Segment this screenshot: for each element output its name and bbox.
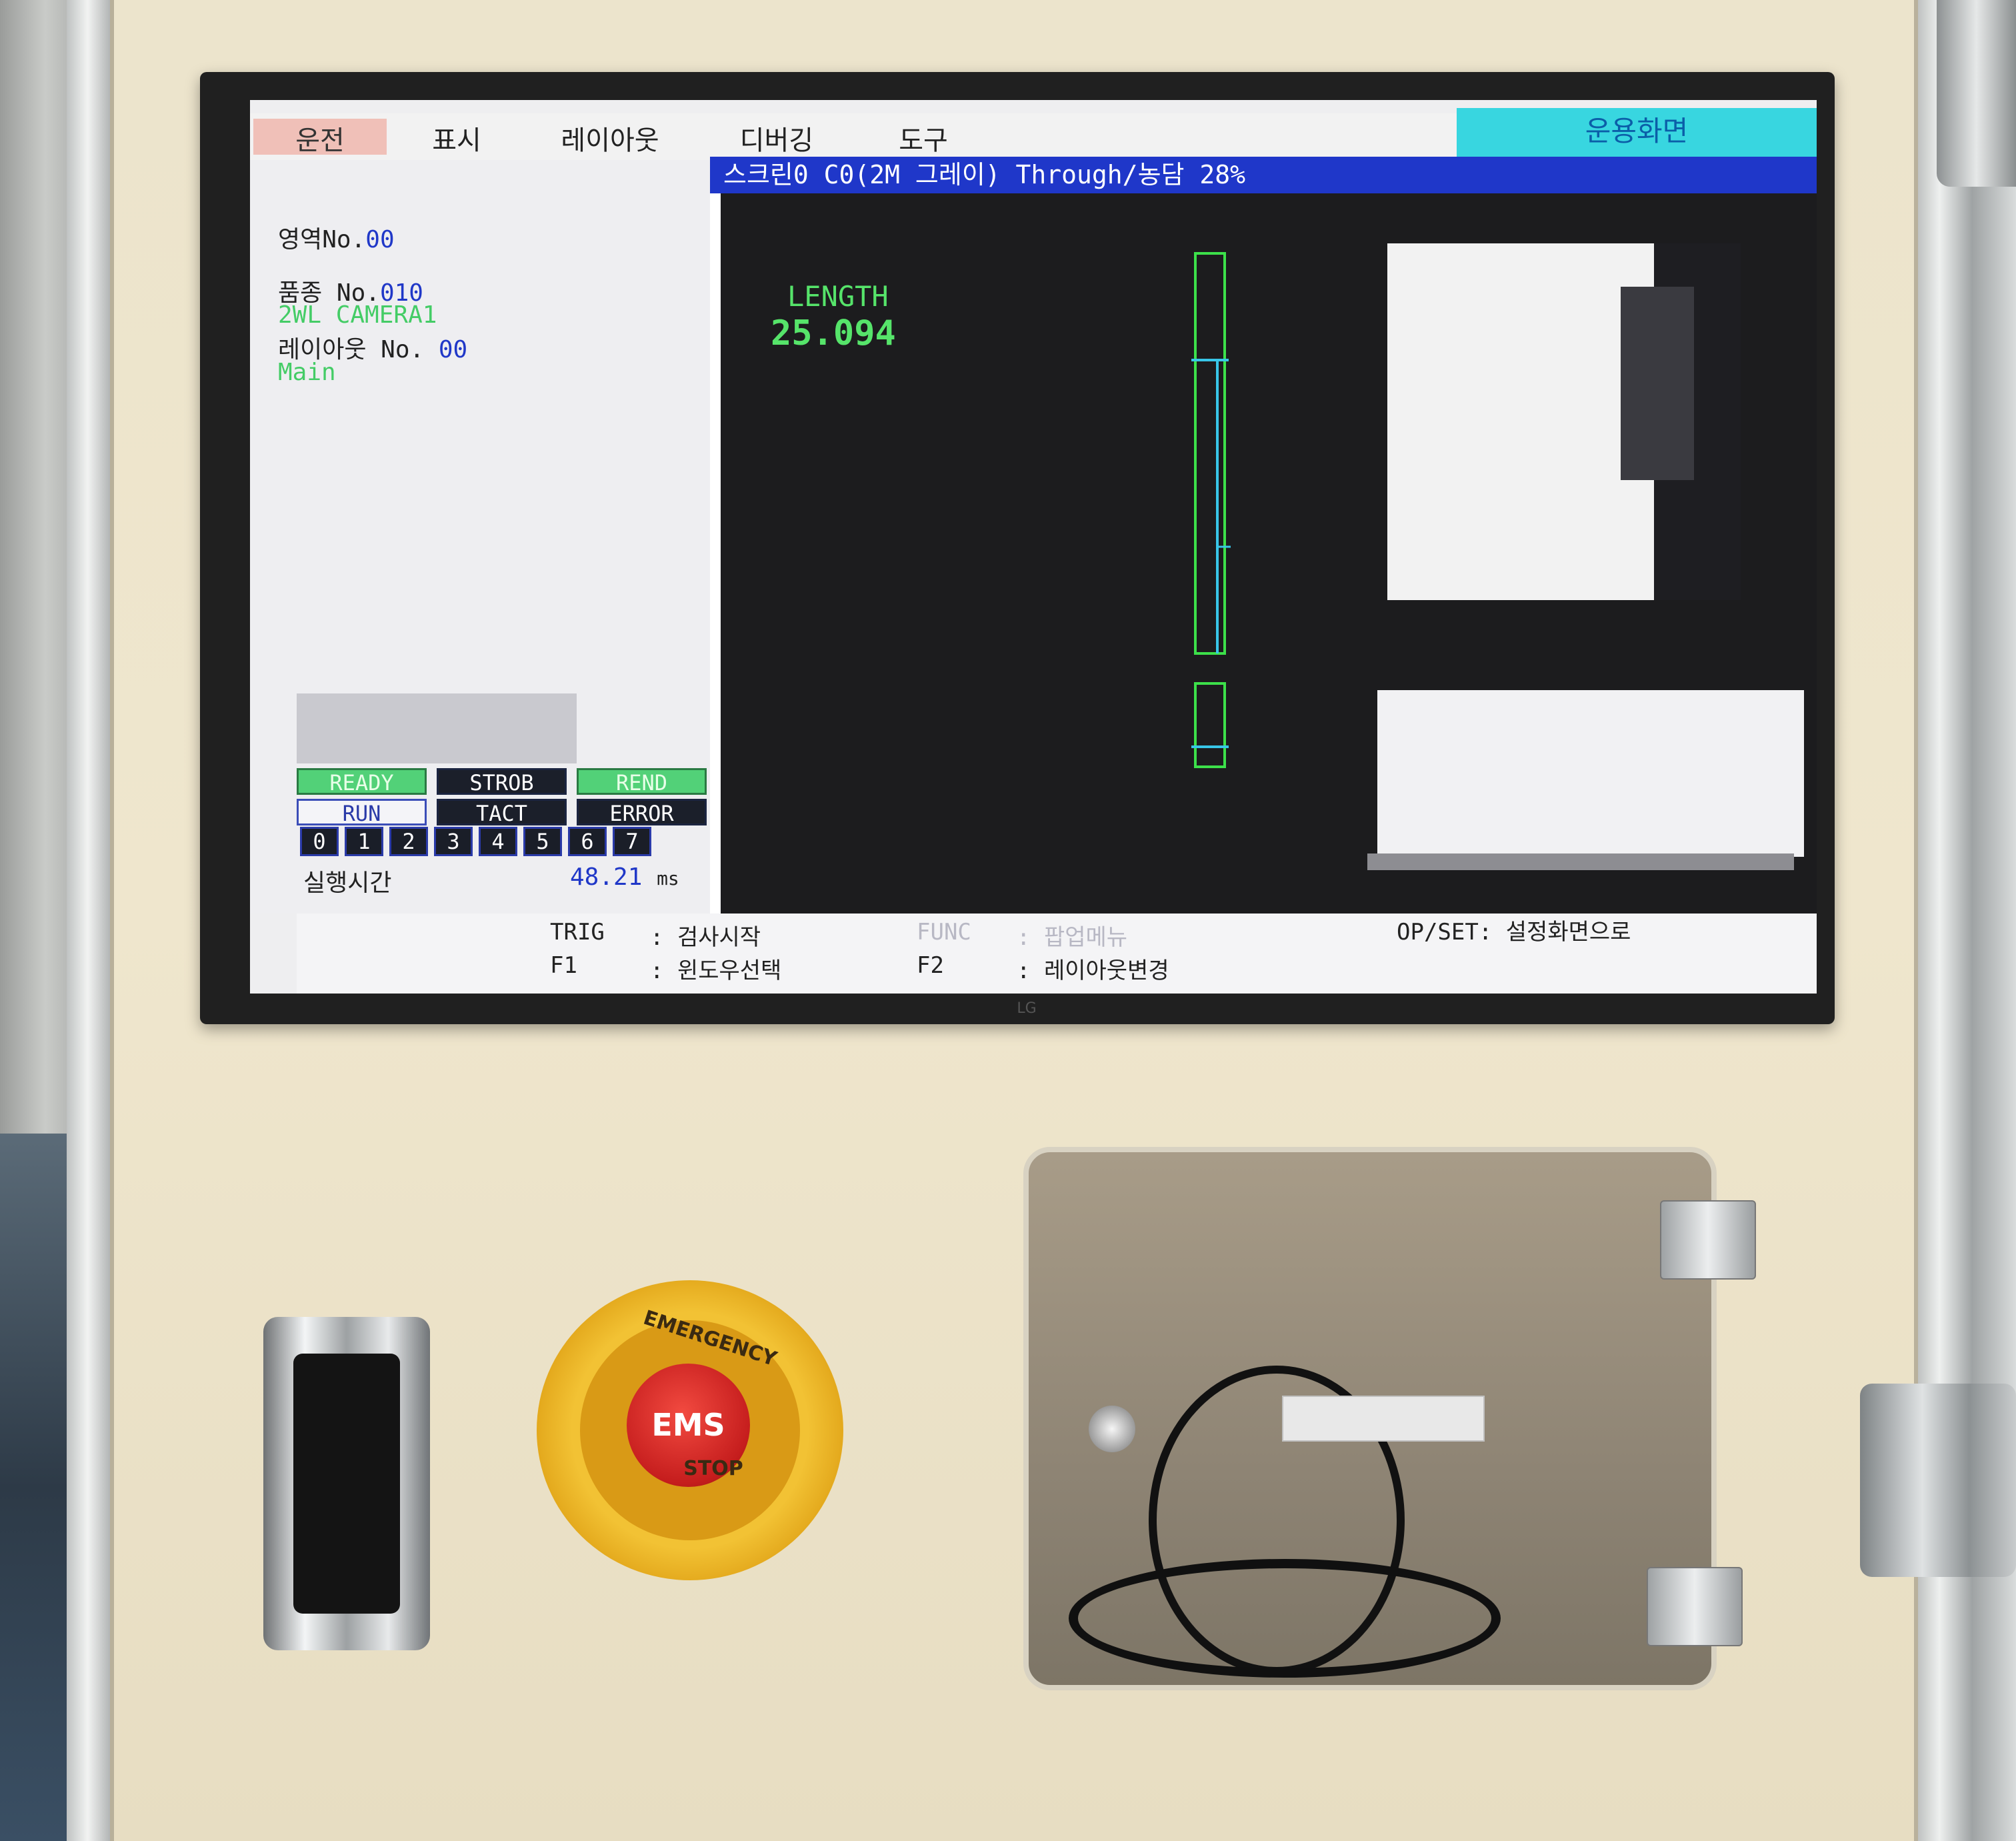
menu-item-debug[interactable]: 디버깅	[697, 119, 857, 156]
camera-gray-strip	[1367, 853, 1794, 870]
aluminum-frame-left	[67, 0, 113, 1841]
io-bit-0: 0	[300, 827, 339, 856]
exec-time-label: 실행시간	[303, 869, 392, 897]
window-hinge-bottom	[1647, 1567, 1743, 1646]
camera-bright-region-lower	[1377, 690, 1804, 857]
window-hinge-top	[1660, 1200, 1756, 1280]
io-bit-6: 6	[568, 827, 607, 856]
trig-key: TRIG	[550, 919, 605, 946]
area-number-label: 영역No.	[278, 226, 366, 253]
cabinet-hinge-top	[1937, 0, 2016, 187]
inspection-overlay	[1191, 243, 1804, 870]
menu-item-operation[interactable]: 운전	[253, 119, 387, 156]
hmi-screen: 운전 표시 레이아웃 디버깅 도구 운용화면 영역No.00 품종 No.010…	[250, 100, 1817, 994]
f2-action: : 레이아웃변경	[1017, 958, 1169, 984]
cabinet-access-window[interactable]	[1023, 1147, 1717, 1690]
cable-label-tag	[1282, 1396, 1485, 1442]
menu-item-layout[interactable]: 레이아웃	[523, 119, 697, 156]
exec-time-row: 48.21 ms	[570, 863, 679, 891]
door-handle-recess	[293, 1354, 400, 1614]
layout-name: Main	[278, 359, 336, 386]
trig-action: : 검사시작	[650, 924, 761, 951]
io-bit-2: 2	[389, 827, 428, 856]
measure-window-upper	[1194, 252, 1226, 655]
io-bit-4: 4	[479, 827, 517, 856]
camera-fixture-block	[1621, 287, 1694, 480]
menu-bar: 운전 표시 레이아웃 디버깅 도구 운용화면	[250, 108, 1817, 160]
stop-label: STOP	[683, 1457, 743, 1480]
status-run: RUN	[297, 799, 427, 826]
status-tact: TACT	[437, 799, 567, 826]
window-knob[interactable]	[1089, 1406, 1135, 1452]
status-rend: REND	[577, 768, 707, 795]
ems-label: EMS	[651, 1407, 725, 1443]
camera-name: 2WL CAMERA1	[278, 301, 437, 329]
image-view-title: 스크린0 C0(2M 그레이) Through/농담 28%	[710, 157, 1817, 193]
f1-key: F1	[550, 952, 577, 979]
menu-item-display[interactable]: 표시	[390, 119, 523, 156]
area-number-row: 영역No.00	[278, 220, 395, 255]
camera-image-view[interactable]: LENGTH 25.094	[710, 193, 1817, 913]
exec-time-unit: ms	[657, 867, 679, 889]
io-bit-7: 7	[613, 827, 651, 856]
measure-window-lower	[1194, 682, 1226, 768]
io-bit-5: 5	[523, 827, 562, 856]
area-number-value: 00	[365, 226, 395, 253]
cabinet-hinge-right	[1860, 1384, 2016, 1577]
status-error: ERROR	[577, 799, 707, 826]
menu-item-tools[interactable]: 도구	[857, 119, 990, 156]
status-ready: READY	[297, 768, 427, 795]
f1-action: : 윈도우선택	[650, 958, 782, 984]
func-key: FUNC	[917, 919, 971, 946]
info-panel: 영역No.00 품종 No.010 2WL CAMERA1 레이아웃 No. 0…	[250, 160, 723, 913]
monitor-brand-logo: LG	[1017, 1000, 1037, 1017]
layout-number-value: 00	[438, 336, 468, 363]
status-strob: STROB	[437, 768, 567, 795]
message-area	[297, 693, 577, 763]
function-key-footer: TRIG : 검사시작 FUNC : 팝업메뉴 OP/SET: 설정화면으로 F…	[297, 913, 1817, 994]
exec-time-value: 48.21	[570, 863, 643, 891]
operation-screen-label[interactable]: 운용화면	[1457, 108, 1817, 160]
io-bit-3: 3	[434, 827, 473, 856]
func-action: : 팝업메뉴	[1017, 924, 1128, 951]
cable-bundle	[1069, 1559, 1501, 1678]
f2-key: F2	[917, 952, 944, 979]
opset-hint: OP/SET: 설정화면으로	[1397, 919, 1631, 946]
io-bit-1: 1	[345, 827, 383, 856]
